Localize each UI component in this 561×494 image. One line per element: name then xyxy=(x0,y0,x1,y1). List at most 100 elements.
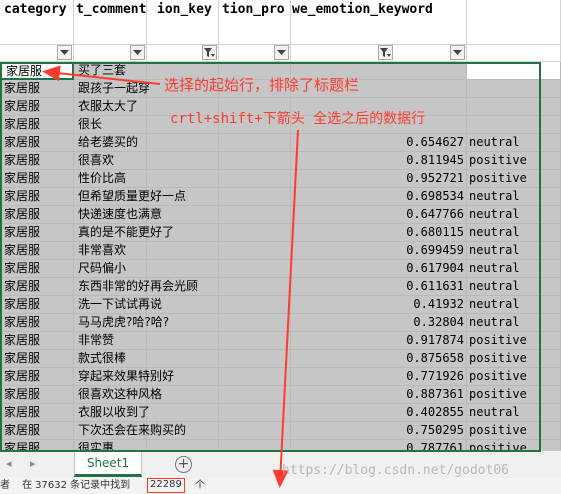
cell-property[interactable] xyxy=(219,332,291,350)
table-row[interactable]: 家居服 0.698534 neutral 但希望质量更好一点 xyxy=(0,188,561,206)
cell-category[interactable]: 家居服 xyxy=(0,134,74,152)
cell-emotion[interactable]: positive xyxy=(467,386,561,404)
cell-comment[interactable]: 但希望质量更好一点 xyxy=(74,188,186,206)
table-row[interactable]: 家居服 0.811945 positive 很喜欢 xyxy=(0,152,561,170)
cell-comment[interactable]: 非常赞 xyxy=(74,332,147,350)
cell-emotion-value[interactable]: 0.654627 xyxy=(291,134,467,152)
cell-emotion[interactable]: positive xyxy=(467,170,561,188)
cell-emotion[interactable]: positive xyxy=(467,332,561,350)
cell-property[interactable] xyxy=(219,368,291,386)
sheet-nav-next-icon[interactable]: ▸ xyxy=(30,457,36,470)
cell-property[interactable] xyxy=(219,242,291,260)
cell-emotion[interactable]: neutral xyxy=(467,404,561,422)
cell-comment[interactable]: 东西非常的好再会光顾 xyxy=(74,278,198,296)
add-sheet-icon[interactable]: + xyxy=(175,456,192,473)
cell-emotion-value[interactable]: 0.917874 xyxy=(291,332,467,350)
cell-category[interactable]: 家居服 xyxy=(0,170,74,188)
cell-keyword[interactable] xyxy=(147,152,219,170)
cell-property[interactable] xyxy=(219,188,291,206)
cell-emotion[interactable] xyxy=(467,62,561,80)
cell-emotion-value[interactable]: 0.887361 xyxy=(291,386,467,404)
table-row[interactable]: 家居服 0.699459 neutral 非常喜欢 xyxy=(0,242,561,260)
cell-property[interactable] xyxy=(219,440,291,450)
cell-emotion[interactable]: positive xyxy=(467,350,561,368)
cell-emotion[interactable]: neutral xyxy=(467,134,561,152)
cell-property[interactable] xyxy=(219,152,291,170)
cell-category[interactable]: 家居服 xyxy=(0,422,74,440)
cell-property[interactable] xyxy=(219,296,291,314)
table-row[interactable]: 家居服 0.771926 positive 穿起来效果特别好 xyxy=(0,368,561,386)
filter-dropdown-category[interactable] xyxy=(57,45,72,60)
cell-emotion-value[interactable]: 0.771926 xyxy=(291,368,467,386)
cell-emotion-value[interactable]: 0.698534 xyxy=(291,188,467,206)
cell-property[interactable] xyxy=(219,260,291,278)
cell-category[interactable]: 家居服 xyxy=(0,350,74,368)
table-row[interactable]: 家居服 0.647766 neutral 快递速度也满意 xyxy=(0,206,561,224)
cell-category[interactable]: 家居服 xyxy=(0,332,74,350)
cell-property[interactable] xyxy=(219,422,291,440)
cell-category[interactable]: 家居服 xyxy=(0,386,74,404)
cell-emotion-value[interactable]: 0.680115 xyxy=(291,224,467,242)
cell-comment[interactable]: 尺码偏小 xyxy=(74,260,147,278)
cell-emotion-value[interactable]: 0.611631 xyxy=(291,278,467,296)
cell-keyword[interactable] xyxy=(147,170,219,188)
table-row[interactable]: 家居服 0.680115 neutral 真的是不能更好了 xyxy=(0,224,561,242)
cell-category[interactable]: 家居服 xyxy=(0,296,74,314)
cell-comment[interactable]: 非常喜欢 xyxy=(74,242,147,260)
cell-property[interactable] xyxy=(219,386,291,404)
sheet-tab-sheet1[interactable]: Sheet1 xyxy=(74,451,142,477)
cell-emotion-value[interactable]: 0.32804 xyxy=(291,314,467,332)
table-row[interactable]: 家居服 0.611631 neutral 东西非常的好再会光顾 xyxy=(0,278,561,296)
table-row[interactable]: 家居服 0.875658 positive 款式很棒 xyxy=(0,350,561,368)
cell-comment[interactable]: 跟孩子一起穿 xyxy=(74,80,150,98)
cell-emotion[interactable]: positive xyxy=(467,368,561,386)
cell-keyword[interactable] xyxy=(147,332,219,350)
cell-category[interactable]: 家居服 xyxy=(0,98,74,116)
cell-category[interactable]: 家居服 xyxy=(0,152,74,170)
cell-keyword[interactable] xyxy=(147,440,219,450)
cell-emotion-value[interactable]: 0.952721 xyxy=(291,170,467,188)
cell-property[interactable] xyxy=(219,170,291,188)
cell-property[interactable] xyxy=(219,350,291,368)
cell-property[interactable] xyxy=(219,206,291,224)
table-row[interactable]: 家居服 0.952721 positive 性价比高 xyxy=(0,170,561,188)
cell-emotion[interactable] xyxy=(467,116,561,134)
cell-category[interactable]: 家居服 xyxy=(0,368,74,386)
cell-comment[interactable]: 下次还会在来购买的 xyxy=(74,422,186,440)
table-row[interactable]: 家居服 0.32804 neutral 马马虎虎?哈?哈? xyxy=(0,314,561,332)
cell-emotion[interactable]: neutral xyxy=(467,242,561,260)
cell-keyword[interactable] xyxy=(147,242,219,260)
cell-comment[interactable]: 快递速度也满意 xyxy=(74,206,162,224)
cell-category[interactable]: 家居服 xyxy=(0,188,74,206)
cell-keyword[interactable] xyxy=(147,404,219,422)
cell-category[interactable]: 家居服 xyxy=(0,404,74,422)
cell-comment[interactable]: 很实惠 xyxy=(74,440,147,450)
table-row[interactable]: 家居服 0.750295 positive 下次还会在来购买的 xyxy=(0,422,561,440)
cell-emotion-value[interactable]: 0.787761 xyxy=(291,440,467,450)
cell-comment[interactable]: 性价比高 xyxy=(74,170,147,188)
cell-property[interactable] xyxy=(219,314,291,332)
cell-category[interactable]: 家居服 xyxy=(0,278,74,296)
cell-category[interactable]: 家居服 xyxy=(0,314,74,332)
cell-emotion[interactable]: neutral xyxy=(467,278,561,296)
cell-comment[interactable]: 很喜欢这种风格 xyxy=(74,386,162,404)
cell-category[interactable]: 家居服 xyxy=(0,206,74,224)
cell-emotion[interactable]: positive xyxy=(467,422,561,440)
table-row[interactable]: 家居服 0.887361 positive 很喜欢这种风格 xyxy=(0,386,561,404)
cell-emotion[interactable] xyxy=(467,80,561,98)
cell-category[interactable]: 家居服 xyxy=(0,224,74,242)
cell-property[interactable] xyxy=(219,404,291,422)
table-row[interactable]: 家居服 0.402855 neutral 衣服以收到了 xyxy=(0,404,561,422)
cell-category[interactable]: 家居服 xyxy=(0,116,74,134)
cell-property[interactable] xyxy=(219,224,291,242)
cell-emotion-value[interactable]: 0.875658 xyxy=(291,350,467,368)
cell-keyword[interactable] xyxy=(147,260,219,278)
cell-keyword[interactable] xyxy=(147,134,219,152)
cell-emotion[interactable]: neutral xyxy=(467,314,561,332)
cell-emotion[interactable]: neutral xyxy=(467,260,561,278)
cell-category[interactable]: 家居服 xyxy=(0,440,74,450)
cell-comment[interactable]: 真的是不能更好了 xyxy=(74,224,174,242)
table-row[interactable]: 家居服 0.787761 positive 很实惠 xyxy=(0,440,561,450)
filter-dropdown-property[interactable] xyxy=(274,45,289,60)
cell-emotion-value[interactable]: 0.699459 xyxy=(291,242,467,260)
